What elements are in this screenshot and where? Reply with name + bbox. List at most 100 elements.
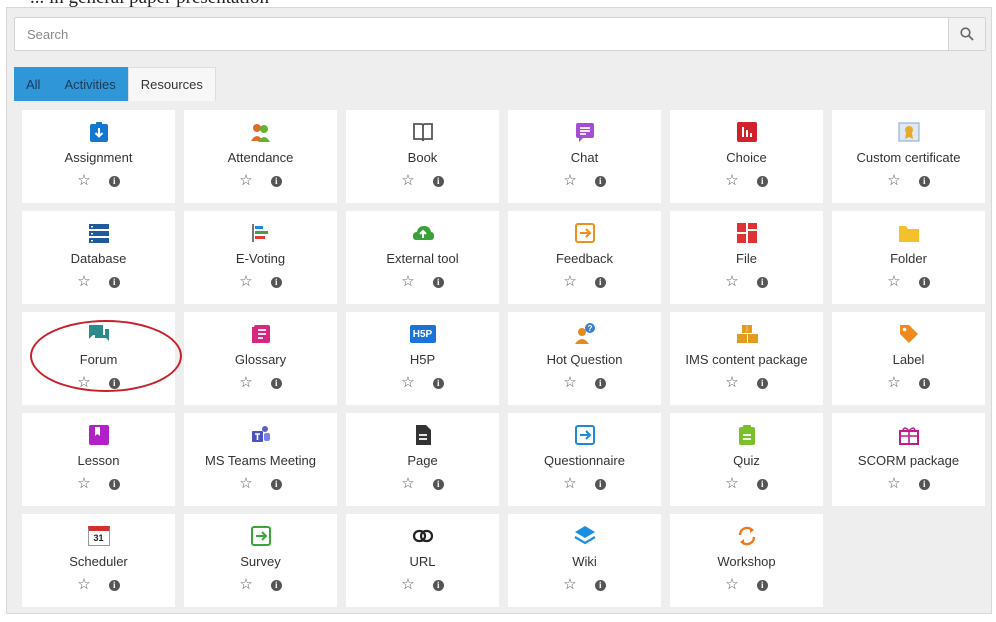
info-icon[interactable]: i [756,478,768,490]
star-icon[interactable]: ☆ [563,173,576,189]
module-tile[interactable]: Questionnaire ☆ i [508,413,661,506]
star-icon[interactable]: ☆ [77,577,90,593]
module-tile[interactable]: External tool ☆ i [346,211,499,304]
info-icon[interactable]: i [432,478,444,490]
star-icon[interactable]: ☆ [725,274,738,290]
info-icon[interactable]: i [108,478,120,490]
module-tile[interactable]: Attendance ☆ i [184,110,337,203]
star-icon[interactable]: ☆ [725,577,738,593]
module-tile[interactable]: E-Voting ☆ i [184,211,337,304]
star-icon[interactable]: ☆ [239,173,252,189]
chat-icon [572,119,598,145]
info-icon[interactable]: i [432,377,444,389]
info-icon[interactable]: i [918,478,930,490]
info-icon[interactable]: i [270,579,282,591]
star-icon[interactable]: ☆ [77,274,90,290]
info-icon[interactable]: i [432,276,444,288]
info-icon[interactable]: i [756,175,768,187]
module-tile[interactable]: File ☆ i [670,211,823,304]
star-icon[interactable]: ☆ [887,476,900,492]
module-tile[interactable]: MS Teams Meeting ☆ i [184,413,337,506]
module-tile[interactable]: Wiki ☆ i [508,514,661,607]
star-icon[interactable]: ☆ [887,173,900,189]
tab-activities[interactable]: Activities [52,67,128,101]
module-tile[interactable]: 31 Scheduler ☆ i [22,514,175,607]
star-icon[interactable]: ☆ [401,476,414,492]
module-tile[interactable]: Survey ☆ i [184,514,337,607]
star-icon[interactable]: ☆ [77,476,90,492]
star-icon[interactable]: ☆ [887,375,900,391]
module-tile[interactable]: Chat ☆ i [508,110,661,203]
star-icon[interactable]: ☆ [563,476,576,492]
module-tile[interactable]: IMS content package ☆ i [670,312,823,405]
module-tile[interactable]: Lesson ☆ i [22,413,175,506]
star-icon[interactable]: ☆ [725,375,738,391]
module-tile[interactable]: Workshop ☆ i [670,514,823,607]
info-icon[interactable]: i [432,175,444,187]
module-tile[interactable]: Assignment ☆ i [22,110,175,203]
module-tile[interactable]: Database ☆ i [22,211,175,304]
tab-resources[interactable]: Resources [127,67,216,101]
module-tile[interactable]: Forum ☆ i [22,312,175,405]
star-icon[interactable]: ☆ [725,173,738,189]
search-input[interactable] [15,18,949,50]
star-icon[interactable]: ☆ [401,173,414,189]
search-button[interactable] [948,18,985,50]
choice-icon [734,119,760,145]
info-icon[interactable]: i [108,276,120,288]
info-icon[interactable]: i [270,377,282,389]
info-icon[interactable]: i [432,579,444,591]
module-tile[interactable]: ? Hot Question ☆ i [508,312,661,405]
star-icon[interactable]: ☆ [401,375,414,391]
module-tile[interactable]: Book ☆ i [346,110,499,203]
star-icon[interactable]: ☆ [563,577,576,593]
info-icon[interactable]: i [108,175,120,187]
module-tile[interactable]: Feedback ☆ i [508,211,661,304]
info-icon[interactable]: i [918,175,930,187]
star-icon[interactable]: ☆ [77,375,90,391]
lesson-icon [86,422,112,448]
info-icon[interactable]: i [918,377,930,389]
module-tile[interactable]: Quiz ☆ i [670,413,823,506]
info-icon[interactable]: i [756,377,768,389]
h5p-logo-text: H5P [409,325,436,343]
info-icon[interactable]: i [594,377,606,389]
module-tile[interactable]: URL ☆ i [346,514,499,607]
info-icon[interactable]: i [270,175,282,187]
star-icon[interactable]: ☆ [239,577,252,593]
star-icon[interactable]: ☆ [887,274,900,290]
star-icon[interactable]: ☆ [239,476,252,492]
module-tile[interactable]: Glossary ☆ i [184,312,337,405]
module-actions: ☆ i [77,577,120,593]
info-icon[interactable]: i [270,276,282,288]
star-icon[interactable]: ☆ [563,375,576,391]
info-icon[interactable]: i [108,377,120,389]
info-icon[interactable]: i [756,276,768,288]
search-icon [960,27,974,41]
star-icon[interactable]: ☆ [725,476,738,492]
star-icon[interactable]: ☆ [239,274,252,290]
star-icon[interactable]: ☆ [563,274,576,290]
star-icon[interactable]: ☆ [77,173,90,189]
module-tile[interactable]: Folder ☆ i [832,211,985,304]
star-icon[interactable]: ☆ [239,375,252,391]
info-icon[interactable]: i [270,478,282,490]
info-icon[interactable]: i [594,175,606,187]
info-icon[interactable]: i [594,478,606,490]
module-tile[interactable]: Custom certificate ☆ i [832,110,985,203]
info-icon[interactable]: i [756,579,768,591]
info-icon[interactable]: i [594,579,606,591]
module-tile[interactable]: SCORM package ☆ i [832,413,985,506]
info-icon[interactable]: i [108,579,120,591]
module-tile[interactable]: H5P H5P ☆ i [346,312,499,405]
module-tile[interactable]: Label ☆ i [832,312,985,405]
tab-all[interactable]: All [14,67,53,101]
page-icon [410,422,436,448]
star-icon[interactable]: ☆ [401,577,414,593]
info-icon[interactable]: i [918,276,930,288]
star-icon[interactable]: ☆ [401,274,414,290]
survey-icon [248,523,274,549]
module-tile[interactable]: Choice ☆ i [670,110,823,203]
module-tile[interactable]: Page ☆ i [346,413,499,506]
info-icon[interactable]: i [594,276,606,288]
